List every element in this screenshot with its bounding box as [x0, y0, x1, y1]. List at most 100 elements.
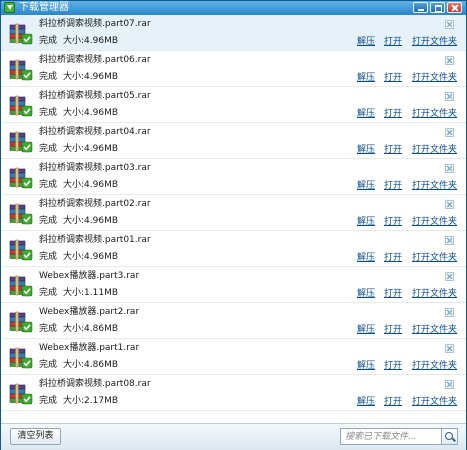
open-folder-link[interactable]: 打开文件夹	[412, 108, 457, 120]
file-name: 斜拉桥调索视频.part01.rar	[39, 235, 151, 245]
file-size: 大小:4.96MB	[63, 36, 119, 46]
file-name: 斜拉桥调索视频.part06.rar	[39, 55, 151, 65]
remove-item-icon[interactable]	[445, 344, 454, 353]
rar-archive-icon	[9, 23, 33, 45]
open-link[interactable]: 打开	[384, 324, 402, 336]
open-link[interactable]: 打开	[384, 144, 402, 156]
open-link[interactable]: 打开	[384, 72, 402, 84]
rar-archive-icon	[9, 203, 33, 225]
remove-item-icon[interactable]	[445, 380, 454, 389]
download-item[interactable]: 斜拉桥调索视频.part08.rar 完成 大小:2.17MB 解压 打开 打开文…	[1, 375, 466, 411]
unzip-link[interactable]: 解压	[357, 72, 375, 84]
open-folder-link[interactable]: 打开文件夹	[412, 396, 457, 408]
file-status-line: 完成 大小:2.17MB	[39, 395, 118, 407]
unzip-link[interactable]: 解压	[357, 360, 375, 372]
rar-archive-icon	[9, 275, 33, 297]
unzip-link[interactable]: 解压	[357, 108, 375, 120]
status-text: 完成	[39, 108, 58, 118]
download-item[interactable]: 斜拉桥调索视频.part05.rar 完成 大小:4.96MB 解压 打开 打开文…	[1, 87, 466, 123]
minimize-button[interactable]	[413, 2, 428, 13]
title-bar[interactable]: 下载管理器	[1, 1, 466, 15]
file-name: 斜拉桥调索视频.part03.rar	[39, 163, 151, 173]
open-link[interactable]: 打开	[384, 108, 402, 120]
file-name: 斜拉桥调索视频.part07.rar	[39, 19, 151, 29]
remove-item-icon[interactable]	[445, 164, 454, 173]
window-title: 下载管理器	[19, 2, 69, 13]
window-controls	[413, 2, 462, 13]
status-text: 完成	[39, 252, 58, 262]
file-size: 大小:1.11MB	[63, 288, 119, 298]
open-folder-link[interactable]: 打开文件夹	[412, 216, 457, 228]
maximize-button[interactable]	[430, 2, 445, 13]
download-item[interactable]: 斜拉桥调索视频.part02.rar 完成 大小:4.96MB 解压 打开 打开文…	[1, 195, 466, 231]
rar-archive-icon	[9, 347, 33, 369]
rar-archive-icon	[9, 59, 33, 81]
download-item[interactable]: Webex播放器.part2.rar 完成 大小:4.86MB 解压 打开 打开文…	[1, 303, 466, 339]
remove-item-icon[interactable]	[445, 92, 454, 101]
open-folder-link[interactable]: 打开文件夹	[412, 252, 457, 264]
rar-archive-icon	[9, 131, 33, 153]
unzip-link[interactable]: 解压	[357, 324, 375, 336]
open-folder-link[interactable]: 打开文件夹	[412, 72, 457, 84]
unzip-link[interactable]: 解压	[357, 288, 375, 300]
file-status-line: 完成 大小:4.86MB	[39, 323, 118, 335]
rar-archive-icon	[9, 311, 33, 333]
open-link[interactable]: 打开	[384, 252, 402, 264]
file-size: 大小:4.96MB	[63, 216, 119, 226]
open-link[interactable]: 打开	[384, 288, 402, 300]
close-button[interactable]	[447, 2, 462, 13]
open-link[interactable]: 打开	[384, 360, 402, 372]
file-size: 大小:4.86MB	[63, 324, 119, 334]
rar-archive-icon	[9, 95, 33, 117]
file-name: Webex播放器.part2.rar	[39, 307, 140, 317]
remove-item-icon[interactable]	[445, 56, 454, 65]
download-item[interactable]: Webex播放器.part1.rar 完成 大小:4.86MB 解压 打开 打开文…	[1, 339, 466, 375]
status-text: 完成	[39, 288, 58, 298]
status-text: 完成	[39, 72, 58, 82]
file-status-line: 完成 大小:4.96MB	[39, 35, 118, 47]
remove-item-icon[interactable]	[445, 272, 454, 281]
remove-item-icon[interactable]	[445, 308, 454, 317]
open-link[interactable]: 打开	[384, 216, 402, 228]
status-text: 完成	[39, 216, 58, 226]
download-item[interactable]: 斜拉桥调索视频.part04.rar 完成 大小:4.96MB 解压 打开 打开文…	[1, 123, 466, 159]
search-icon[interactable]	[442, 428, 458, 445]
clear-list-button[interactable]: 清空列表	[10, 428, 61, 445]
download-item[interactable]: 斜拉桥调索视频.part07.rar 完成 大小:4.96MB 解压 打开 打开文…	[1, 15, 466, 51]
unzip-link[interactable]: 解压	[357, 180, 375, 192]
open-folder-link[interactable]: 打开文件夹	[412, 324, 457, 336]
open-folder-link[interactable]: 打开文件夹	[412, 144, 457, 156]
unzip-link[interactable]: 解压	[357, 36, 375, 48]
open-link[interactable]: 打开	[384, 396, 402, 408]
open-folder-link[interactable]: 打开文件夹	[412, 288, 457, 300]
open-link[interactable]: 打开	[384, 180, 402, 192]
file-name: 斜拉桥调索视频.part04.rar	[39, 127, 151, 137]
file-size: 大小:4.96MB	[63, 72, 119, 82]
status-text: 完成	[39, 180, 58, 190]
remove-item-icon[interactable]	[445, 128, 454, 137]
download-arrow-icon	[4, 2, 15, 13]
file-name: Webex播放器.part1.rar	[39, 343, 140, 353]
download-item[interactable]: 斜拉桥调索视频.part06.rar 完成 大小:4.96MB 解压 打开 打开文…	[1, 51, 466, 87]
download-manager-window: 下载管理器 斜拉桥调索视频.part07.rar 完成 大小:4.96MB 解压 …	[0, 0, 467, 450]
unzip-link[interactable]: 解压	[357, 144, 375, 156]
unzip-link[interactable]: 解压	[357, 252, 375, 264]
remove-item-icon[interactable]	[445, 20, 454, 29]
unzip-link[interactable]: 解压	[357, 216, 375, 228]
remove-item-icon[interactable]	[445, 200, 454, 209]
file-status-line: 完成 大小:4.96MB	[39, 215, 118, 227]
open-folder-link[interactable]: 打开文件夹	[412, 360, 457, 372]
open-folder-link[interactable]: 打开文件夹	[412, 36, 457, 48]
search-input[interactable]	[340, 428, 442, 445]
download-list: 斜拉桥调索视频.part07.rar 完成 大小:4.96MB 解压 打开 打开文…	[1, 15, 466, 411]
status-text: 完成	[39, 144, 58, 154]
open-link[interactable]: 打开	[384, 36, 402, 48]
file-status-line: 完成 大小:4.96MB	[39, 179, 118, 191]
download-item[interactable]: Webex播放器.part3.rar 完成 大小:1.11MB 解压 打开 打开文…	[1, 267, 466, 303]
open-folder-link[interactable]: 打开文件夹	[412, 180, 457, 192]
download-item[interactable]: 斜拉桥调索视频.part01.rar 完成 大小:4.96MB 解压 打开 打开文…	[1, 231, 466, 267]
remove-item-icon[interactable]	[445, 236, 454, 245]
unzip-link[interactable]: 解压	[357, 396, 375, 408]
status-text: 完成	[39, 360, 58, 370]
download-item[interactable]: 斜拉桥调索视频.part03.rar 完成 大小:4.96MB 解压 打开 打开文…	[1, 159, 466, 195]
